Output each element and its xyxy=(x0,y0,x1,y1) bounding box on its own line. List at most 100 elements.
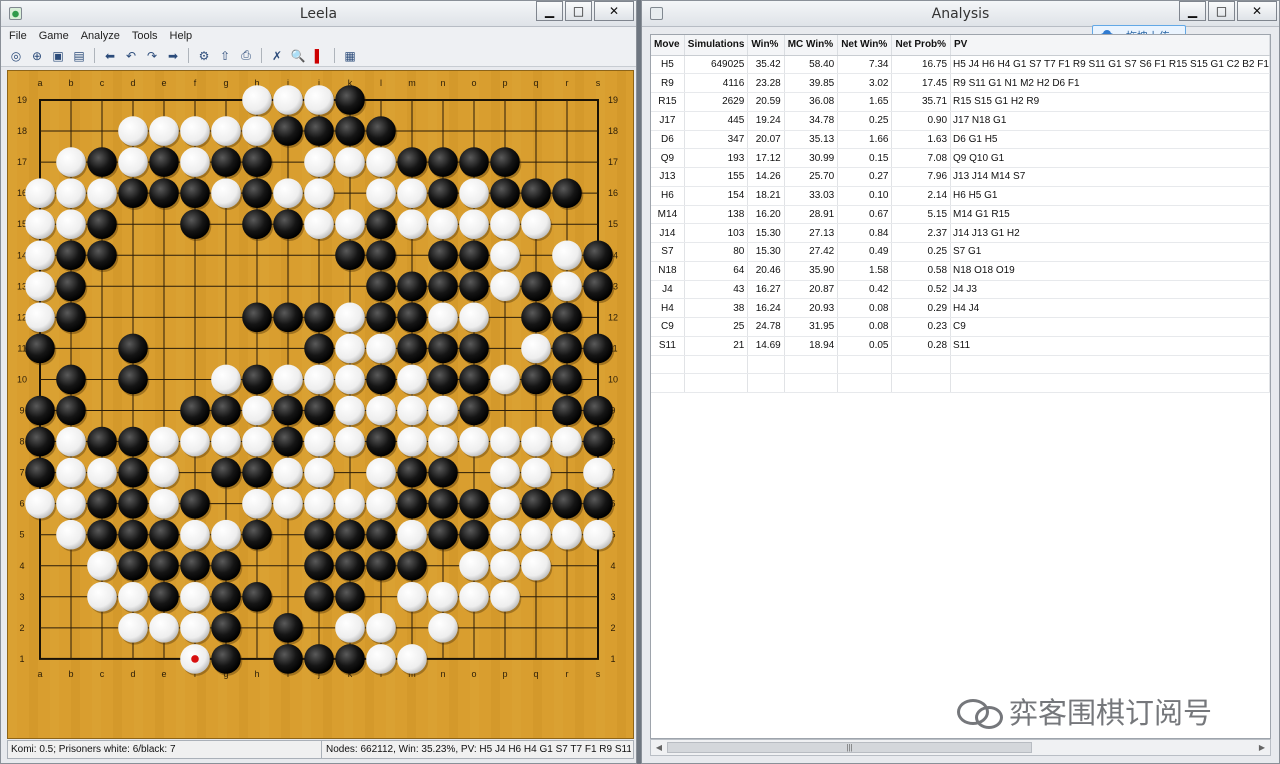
black-stone[interactable] xyxy=(87,488,117,519)
menu-analyze[interactable]: Analyze xyxy=(81,30,120,42)
black-stone[interactable] xyxy=(428,488,458,519)
white-stone[interactable] xyxy=(490,550,520,581)
black-stone[interactable] xyxy=(25,333,55,364)
black-stone[interactable] xyxy=(428,519,458,550)
white-stone[interactable] xyxy=(366,644,396,674)
black-stone[interactable] xyxy=(56,240,86,271)
black-stone[interactable] xyxy=(366,240,396,271)
white-stone[interactable] xyxy=(552,240,582,271)
black-stone[interactable] xyxy=(56,302,86,333)
white-stone[interactable] xyxy=(211,519,241,550)
black-stone[interactable] xyxy=(149,178,179,208)
black-stone[interactable] xyxy=(335,85,365,115)
black-stone[interactable] xyxy=(273,302,303,333)
black-stone[interactable] xyxy=(428,271,458,302)
black-stone[interactable] xyxy=(118,457,148,488)
white-stone[interactable] xyxy=(304,147,334,177)
white-stone[interactable] xyxy=(366,395,396,426)
white-stone[interactable] xyxy=(118,116,148,146)
black-stone[interactable] xyxy=(583,333,613,364)
black-stone[interactable] xyxy=(335,644,365,674)
black-stone[interactable] xyxy=(459,519,489,550)
white-stone[interactable] xyxy=(87,550,117,581)
white-stone[interactable] xyxy=(242,395,272,426)
maximize-button[interactable]: □ xyxy=(1208,1,1235,21)
black-stone[interactable] xyxy=(211,644,241,674)
black-stone[interactable] xyxy=(56,271,86,302)
black-stone[interactable] xyxy=(25,426,55,457)
black-stone[interactable] xyxy=(428,457,458,488)
scroll-left-icon[interactable]: ◀ xyxy=(651,740,667,755)
white-stone[interactable] xyxy=(25,178,55,208)
black-stone[interactable] xyxy=(87,240,117,271)
white-stone[interactable] xyxy=(118,613,148,643)
black-stone[interactable] xyxy=(397,488,427,519)
black-stone[interactable] xyxy=(304,395,334,426)
white-stone[interactable] xyxy=(490,271,520,302)
white-stone[interactable] xyxy=(56,178,86,208)
table-row[interactable]: N18 64 20.46 35.90 1.58 0.58 N18 O18 O19 xyxy=(651,261,1270,281)
black-stone[interactable] xyxy=(87,147,117,177)
white-stone[interactable] xyxy=(490,364,520,395)
black-stone[interactable] xyxy=(118,364,148,395)
pass-icon[interactable]: ⇧ xyxy=(216,47,234,65)
white-stone[interactable] xyxy=(521,426,551,457)
black-stone[interactable] xyxy=(273,613,303,643)
white-stone[interactable] xyxy=(459,209,489,239)
analyze-icon[interactable]: 🔍 xyxy=(289,47,307,65)
leela-titlebar[interactable]: Leela ▁ □ ✕ xyxy=(1,1,636,27)
white-stone[interactable] xyxy=(180,582,210,612)
white-stone[interactable] xyxy=(397,582,427,612)
white-stone[interactable] xyxy=(335,488,365,519)
settings-icon[interactable]: ⚙ xyxy=(195,47,213,65)
white-stone[interactable] xyxy=(583,457,613,488)
white-stone[interactable] xyxy=(366,457,396,488)
stop-icon[interactable]: ▌ xyxy=(310,47,328,65)
table-row[interactable]: C9 25 24.78 31.95 0.08 0.23 C9 xyxy=(651,317,1270,337)
table-row[interactable]: Q9 193 17.12 30.99 0.15 7.08 Q9 Q10 G1 xyxy=(651,148,1270,168)
white-stone[interactable] xyxy=(273,85,303,115)
board-canvas[interactable]: aabbccddeeffgghhiijjkkllmmnnooppqqrrss19… xyxy=(8,71,634,739)
black-stone[interactable] xyxy=(242,519,272,550)
white-stone[interactable] xyxy=(273,178,303,208)
black-stone[interactable] xyxy=(366,550,396,581)
white-stone[interactable] xyxy=(335,395,365,426)
white-stone[interactable] xyxy=(304,178,334,208)
black-stone[interactable] xyxy=(552,302,582,333)
white-stone[interactable] xyxy=(490,457,520,488)
open-file-icon[interactable]: ⊕ xyxy=(28,47,46,65)
black-stone[interactable] xyxy=(56,395,86,426)
black-stone[interactable] xyxy=(521,271,551,302)
white-stone[interactable] xyxy=(366,613,396,643)
black-stone[interactable] xyxy=(180,209,210,239)
black-stone[interactable] xyxy=(87,209,117,239)
black-stone[interactable] xyxy=(459,147,489,177)
white-stone[interactable] xyxy=(428,395,458,426)
black-stone[interactable] xyxy=(521,488,551,519)
white-stone[interactable] xyxy=(428,209,458,239)
black-stone[interactable] xyxy=(87,426,117,457)
white-stone[interactable] xyxy=(490,519,520,550)
go-board[interactable]: aabbccddeeffgghhiijjkkllmmnnooppqqrrss19… xyxy=(7,70,634,739)
white-stone[interactable] xyxy=(490,426,520,457)
black-stone[interactable] xyxy=(366,209,396,239)
white-stone[interactable] xyxy=(335,147,365,177)
table-row[interactable]: D6 347 20.07 35.13 1.66 1.63 D6 G1 H5 xyxy=(651,130,1270,150)
menu-help[interactable]: Help xyxy=(170,30,193,42)
table-row[interactable]: R9 4116 23.28 39.85 3.02 17.45 R9 S11 G1 N1 M2… xyxy=(651,73,1270,93)
white-stone[interactable] xyxy=(242,426,272,457)
white-stone[interactable] xyxy=(366,333,396,364)
white-stone[interactable] xyxy=(25,302,55,333)
white-stone[interactable] xyxy=(87,178,117,208)
white-stone[interactable] xyxy=(521,550,551,581)
black-stone[interactable] xyxy=(118,178,148,208)
white-stone[interactable] xyxy=(459,426,489,457)
black-stone[interactable] xyxy=(366,426,396,457)
black-stone[interactable] xyxy=(428,178,458,208)
print-icon[interactable]: ⎙ xyxy=(237,47,255,65)
white-stone[interactable] xyxy=(552,426,582,457)
white-stone[interactable] xyxy=(335,613,365,643)
black-stone[interactable] xyxy=(25,395,55,426)
black-stone[interactable] xyxy=(242,302,272,333)
white-stone[interactable] xyxy=(397,644,427,674)
